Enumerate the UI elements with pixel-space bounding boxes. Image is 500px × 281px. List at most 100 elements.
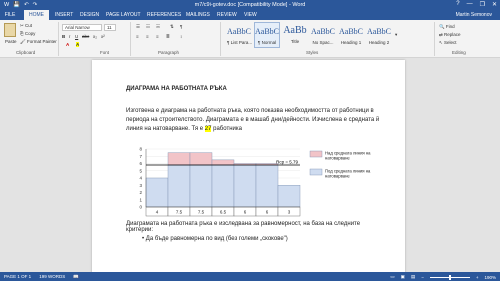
multilevel-icon[interactable]: ☵ — [156, 24, 160, 30]
y-tick-label: 6 — [139, 161, 142, 166]
document-area[interactable]: ДИАГРАМА НА РАБОТНАТА РЪКА Изготвена е д… — [0, 58, 500, 272]
paragraph-text-end: работника — [211, 126, 242, 132]
bar-above-average — [211, 159, 235, 166]
format-painter-button[interactable]: 🖌 Format Painter — [20, 39, 57, 45]
average-label: Rcp = 5.79 — [276, 160, 298, 165]
tab-review[interactable]: REVIEW — [217, 12, 237, 18]
read-mode-icon[interactable]: ▭ — [390, 274, 394, 280]
find-button[interactable]: 🔍 Find — [439, 24, 455, 30]
y-tick-label: 5 — [139, 168, 142, 173]
bar-below-average — [277, 185, 301, 208]
style-heading-1[interactable]: AaBbC Heading 1 — [338, 22, 364, 48]
subscript-button[interactable]: x₂ — [93, 34, 97, 39]
style-preview: AaBbCcDc — [227, 27, 251, 36]
style-normal[interactable]: AaBbCcDc ¶ Normal — [254, 22, 280, 48]
clipboard-group-label: Clipboard — [16, 50, 36, 55]
pilcrow-icon[interactable]: ¶ — [180, 24, 182, 29]
bullet-item: • Да бъде равномерна по вид (без големи … — [142, 236, 288, 242]
document-heading: ДИАГРАМА НА РАБОТНАТА РЪКА — [126, 86, 227, 92]
font-color-button[interactable]: A — [66, 42, 69, 47]
line-spacing-icon[interactable]: ↕ — [180, 34, 182, 39]
italic-button[interactable]: I — [69, 34, 70, 39]
ribbon: Paste ✂ Cut ⎘ Copy 🖌 Format Painter Clip… — [0, 20, 500, 58]
align-center-icon[interactable]: ≡ — [146, 34, 149, 39]
web-layout-icon[interactable]: ▤ — [411, 274, 415, 280]
replace-button[interactable]: ⇄ Replace — [439, 32, 461, 38]
superscript-button[interactable]: x² — [101, 34, 105, 39]
justify-icon[interactable]: ≣ — [166, 34, 170, 40]
bullets-icon[interactable]: ☰ — [136, 24, 140, 30]
font-name-select[interactable]: Arial Narrow — [62, 24, 102, 31]
zoom-slider-thumb[interactable] — [448, 274, 451, 280]
style-name: ¶ List Para... — [227, 40, 253, 45]
help-button[interactable]: ? — [456, 1, 459, 8]
zoom-slider[interactable] — [429, 274, 470, 280]
style-preview: AaBbCcDc — [255, 27, 279, 36]
style-heading-2[interactable]: AaBbCc Heading 2 — [366, 22, 392, 48]
minimize-button[interactable]: — — [467, 1, 473, 8]
window-title: m7/c9i-gotev.doc [Compatibility Mode] - … — [194, 2, 306, 8]
copy-button[interactable]: ⎘ Copy — [20, 31, 35, 36]
select-button[interactable]: ↖ Select — [439, 40, 457, 46]
y-tick-label: 8 — [139, 147, 142, 152]
paste-icon[interactable] — [4, 23, 16, 37]
highlight-button[interactable]: A — [76, 42, 80, 47]
document-page[interactable]: ДИАГРАМА НА РАБОТНАТА РЪКА Изготвена е д… — [92, 60, 405, 272]
divider — [220, 22, 221, 56]
bold-button[interactable]: B — [62, 34, 65, 39]
bar-below-average — [145, 177, 169, 208]
tab-design[interactable]: DESIGN — [80, 12, 99, 18]
ribbon-tabs: FILE HOME INSERT DESIGN PAGE LAYOUT REFE… — [0, 10, 500, 20]
tab-insert[interactable]: INSERT — [55, 12, 73, 18]
y-tick-label: 3 — [139, 183, 142, 188]
proofing-icon[interactable]: 📖 — [73, 274, 79, 280]
bar-above-average — [167, 152, 191, 166]
align-right-icon[interactable]: ≡ — [156, 34, 159, 39]
tab-references[interactable]: REFERENCES — [147, 12, 181, 18]
user-name[interactable]: Martin Semonov — [456, 12, 492, 18]
style-name: No Spac... — [312, 40, 334, 45]
workforce-chart[interactable]: 0123456784 7.5 7.5 6.5 6 6 3Rcp = 5.79Над сред… — [132, 145, 372, 220]
close-button[interactable]: ✕ — [492, 1, 497, 8]
tab-view[interactable]: VIEW — [244, 12, 257, 18]
status-bar: PAGE 1 OF 1 199 WORDS 📖 ▭ ▣ ▤ − + 190% — [0, 272, 500, 281]
numbering-icon[interactable]: ☷ — [146, 24, 150, 30]
zoom-out-icon[interactable]: − — [421, 275, 424, 280]
editing-group-label: Editing — [452, 50, 466, 55]
cut-button[interactable]: ✂ Cut — [20, 23, 32, 29]
sort-icon[interactable]: ⇅ — [170, 24, 174, 30]
y-tick-label: 2 — [139, 190, 142, 195]
style-title[interactable]: AaBb Title — [282, 22, 308, 48]
styles-more-icon[interactable]: ▾ — [395, 32, 397, 38]
style-preview: AaBb — [283, 25, 307, 36]
print-layout-icon[interactable]: ▣ — [401, 274, 405, 280]
word-count[interactable]: 199 WORDS — [39, 274, 65, 280]
tab-mailings[interactable]: MAILINGS — [186, 12, 210, 18]
page-count[interactable]: PAGE 1 OF 1 — [4, 274, 31, 280]
find-label: Find — [445, 24, 455, 29]
zoom-level[interactable]: 190% — [484, 275, 496, 280]
y-tick-label: 7 — [139, 154, 142, 159]
font-size-select[interactable]: 11 — [104, 24, 116, 31]
title-bar: W 💾 ↶ ↷ m7/c9i-gotev.doc [Compatibility … — [0, 0, 500, 10]
style-preview: AaBbC — [339, 27, 363, 36]
strikethrough-button[interactable]: abc — [82, 34, 89, 39]
restore-button[interactable]: ❐ — [480, 1, 485, 8]
style-name: Title — [290, 39, 300, 44]
y-tick-label: 1 — [139, 197, 142, 202]
y-tick-label: 0 — [139, 205, 142, 210]
tab-file[interactable]: FILE — [0, 10, 20, 20]
style-list-paragraph[interactable]: AaBbCcDc ¶ List Para... — [226, 22, 252, 48]
legend-swatch — [309, 168, 323, 176]
replace-label: Replace — [444, 32, 461, 37]
tab-page-layout[interactable]: PAGE LAYOUT — [106, 12, 141, 18]
underline-button[interactable]: U — [75, 34, 78, 39]
tab-home[interactable]: HOME — [24, 10, 49, 20]
zoom-in-icon[interactable]: + — [476, 275, 479, 280]
align-left-icon[interactable]: ≡ — [136, 34, 139, 39]
style-no-spacing[interactable]: AaBbCcDc No Spac... — [310, 22, 336, 48]
paragraph-group-label: Paragraph — [158, 50, 180, 55]
bar-above-average — [189, 152, 213, 166]
paste-button[interactable]: Paste — [5, 39, 17, 44]
styles-group-label: Styles — [306, 50, 319, 55]
